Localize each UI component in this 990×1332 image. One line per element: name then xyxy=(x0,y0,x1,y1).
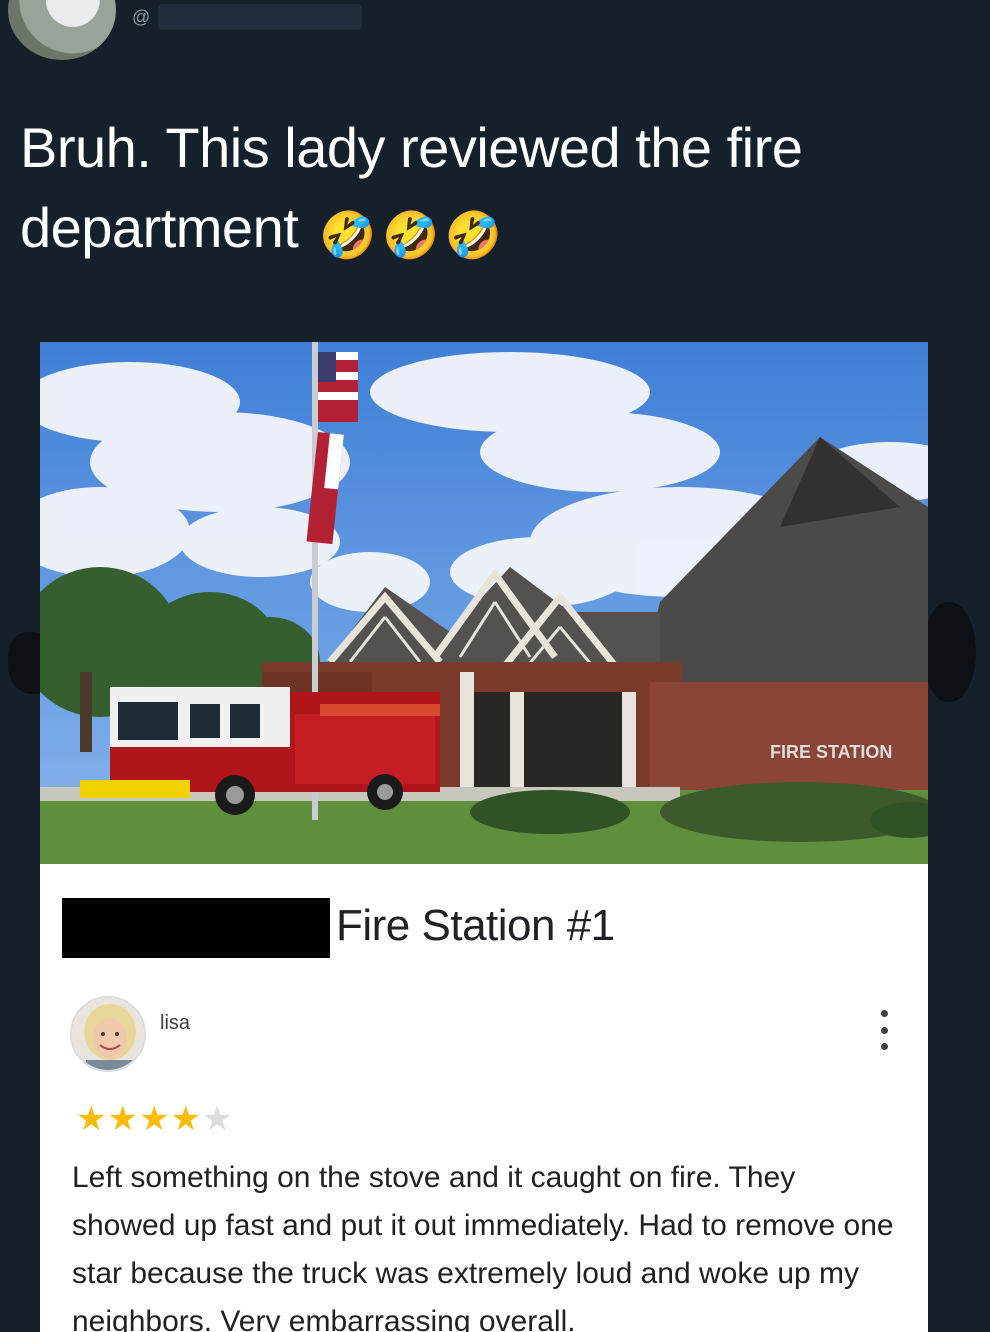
review-text: Left something on the stove and it caugh… xyxy=(72,1161,894,1332)
fire-station-photo[interactable]: FIRE STATION xyxy=(40,342,928,864)
tweet-text: Bruh. This lady reviewed the fire depart… xyxy=(20,108,980,275)
more-options-icon[interactable] xyxy=(874,1010,894,1050)
star-empty-icon: ★ xyxy=(201,1100,233,1138)
redacted-name-bar xyxy=(62,898,330,958)
rofl-emoji-icon: 🤣 xyxy=(444,209,502,261)
place-title: Fire Station #1 xyxy=(336,901,615,950)
place-title-row: Fire Station #1 xyxy=(40,890,928,960)
star-filled-icon: ★ xyxy=(170,1100,201,1138)
star-rating: ★ ★ ★ ★ ★ xyxy=(76,1102,232,1136)
right-edge-shape xyxy=(924,602,976,702)
reviewer-name[interactable]: lisa xyxy=(160,1012,190,1035)
review-screenshot-card: FIRE STATION Fire Station #1 lisa ★ ★ ★ … xyxy=(40,342,928,1332)
rofl-emoji-icon: 🤣 xyxy=(319,209,377,261)
star-filled-icon: ★ xyxy=(107,1100,138,1138)
tweet-avatar[interactable] xyxy=(8,0,116,60)
rofl-emoji-icon: 🤣 xyxy=(382,209,439,261)
photo-sign-text: FIRE STATION xyxy=(770,742,892,762)
star-filled-icon: ★ xyxy=(76,1100,107,1138)
redacted-handle xyxy=(158,4,362,30)
reviewer-avatar[interactable] xyxy=(70,996,146,1072)
handle-at-symbol: @ xyxy=(132,7,151,27)
star-filled-icon: ★ xyxy=(138,1100,170,1138)
